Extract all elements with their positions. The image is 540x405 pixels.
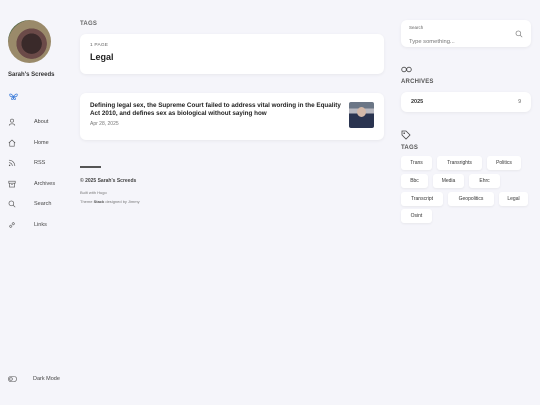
term-card[interactable]: 1 PAGE Legal [80,34,384,74]
search-label: Search [409,25,424,30]
footer-built-with[interactable]: Built with Hugo [80,190,107,195]
link-icon [9,222,15,228]
nav-label: Links [34,221,47,228]
nav-label: Home [34,139,49,146]
tag-trans[interactable]: Trans [401,156,432,170]
tag-bbc[interactable]: Bbc [401,174,428,188]
archives-title: ARCHIVES [401,79,434,85]
article-thumbnail[interactable] [349,102,374,128]
avatar[interactable] [8,20,51,63]
page-count: 1 PAGE [90,43,109,48]
search-widget: Search [401,20,531,47]
section-title: TAGS [80,21,98,27]
tag-transcript[interactable]: Transcript [401,192,443,206]
nav-item-links[interactable]: Links [8,215,55,236]
search-input[interactable] [409,39,509,45]
user-icon [8,118,16,126]
archive-icon [8,180,16,188]
sidebar-nav: About Home RSS Archives Search Links [8,112,55,235]
footer-theme: Theme Stack designed by Jimmy [80,199,140,204]
tag-legal[interactable]: Legal [499,192,528,206]
site-name[interactable]: Sarah's Screeds [8,72,54,78]
archive-count: 9 [518,99,521,105]
nav-label: RSS [34,160,46,167]
nav-item-archives[interactable]: Archives [8,174,55,195]
nav-label: Archives [34,180,56,187]
rss-icon [8,160,16,167]
nav-item-home[interactable]: Home [8,133,55,154]
butterfly-icon [9,93,18,101]
tag-media[interactable]: Media [433,174,464,188]
search-icon [8,200,16,208]
article-date: Apr 28, 2025 [90,121,119,128]
archive-year-item[interactable]: 2025 9 [401,92,531,112]
tag-politics[interactable]: Politics [487,156,521,170]
article-title[interactable]: Defining legal sex, the Supreme Court fa… [90,102,344,118]
article-card[interactable]: Defining legal sex, the Supreme Court fa… [80,93,384,140]
tag-geopolitics[interactable]: Geopolitics [448,192,494,206]
dark-mode-toggle[interactable]: Dark Mode [8,375,60,383]
toggle-icon [8,376,17,382]
tag-osint[interactable]: Osint [401,209,432,223]
tag-transrights[interactable]: Transrights [437,156,482,170]
tag-ehrc[interactable]: Ehrc [469,174,500,188]
infinity-icon [401,66,412,73]
theme-name[interactable]: Stack [94,199,105,204]
nav-item-search[interactable]: Search [8,194,55,215]
nav-label: Search [34,201,52,208]
footer-copyright: © 2025 Sarah's Screeds [80,178,137,184]
nav-label: About [34,119,49,126]
dark-mode-label: Dark Mode [33,376,60,382]
footer-divider [80,166,101,168]
tag-icon [401,130,411,140]
nav-item-rss[interactable]: RSS [8,153,55,174]
nav-item-about[interactable]: About [8,112,55,133]
home-icon [8,139,16,147]
archive-year: 2025 [411,99,424,105]
term-title: Legal [90,52,114,62]
theme-prefix: Theme [80,199,94,204]
tags-title: TAGS [401,145,419,151]
search-icon[interactable] [515,30,523,38]
theme-suffix: designed by Jimmy [104,199,140,204]
